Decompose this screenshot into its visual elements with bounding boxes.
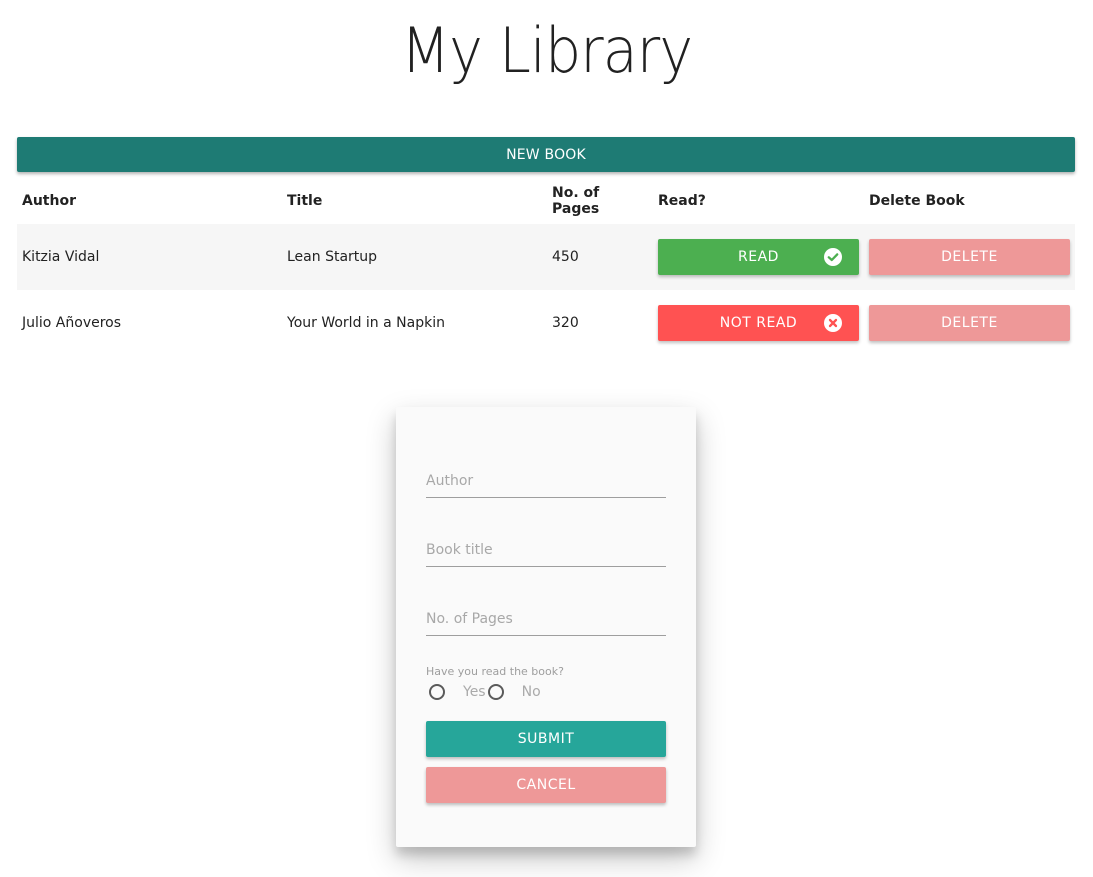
book-title-input[interactable] [426,534,666,566]
read-toggle-button[interactable]: NOT READ [658,305,859,341]
cell-delete: DELETE [864,224,1075,290]
cell-title: Your World in a Napkin [287,315,445,331]
pages-field-wrapper [426,603,666,636]
new-book-form: Have you read the book? Yes No SUBMIT CA… [396,407,696,847]
submit-button[interactable]: SUBMIT [426,721,666,757]
radio-yes-label[interactable]: Yes [463,684,486,700]
cell-delete: DELETE [864,290,1075,356]
column-header-title: Title [287,193,323,209]
page-title: My Library [400,14,693,87]
books-table: Author Title No. of Pages Read? Delete B… [17,178,1075,356]
pages-input[interactable] [426,603,666,635]
cell-read: NOT READ [653,290,864,356]
x-circle-icon [824,314,842,332]
delete-book-button[interactable]: DELETE [869,305,1070,341]
delete-book-button[interactable]: DELETE [869,239,1070,275]
table-row: Julio Añoveros Your World in a Napkin 32… [17,290,1075,356]
table-row: Kitzia Vidal Lean Startup 450 READ DELET… [17,224,1075,290]
check-circle-icon [824,248,842,266]
radio-yes[interactable] [429,684,445,700]
cell-author: Julio Añoveros [22,315,122,331]
table-header-row: Author Title No. of Pages Read? Delete B… [17,178,1075,224]
radio-no-label[interactable]: No [522,684,541,700]
read-toggle-label: READ [738,249,779,265]
cell-read: READ [653,224,864,290]
read-toggle-label: NOT READ [719,315,798,331]
radio-no[interactable] [487,684,504,700]
cell-title: Lean Startup [282,224,547,290]
author-field-wrapper [426,465,666,498]
new-book-button[interactable]: NEW BOOK [17,137,1075,172]
cancel-button[interactable]: CANCEL [426,767,666,803]
author-input[interactable] [426,465,666,497]
title-field-wrapper [426,534,666,567]
column-header-read: Read? [658,193,706,209]
cell-author: Kitzia Vidal [17,224,282,290]
column-header-delete: Delete Book [869,193,965,209]
read-radio-group: Yes No [429,684,543,700]
cell-pages: 450 [547,224,653,290]
column-header-author: Author [22,193,76,209]
column-header-pages: No. of Pages [552,185,600,217]
read-toggle-button[interactable]: READ [658,239,859,275]
cell-pages: 320 [552,315,579,331]
read-question-label: Have you read the book? [426,665,564,678]
